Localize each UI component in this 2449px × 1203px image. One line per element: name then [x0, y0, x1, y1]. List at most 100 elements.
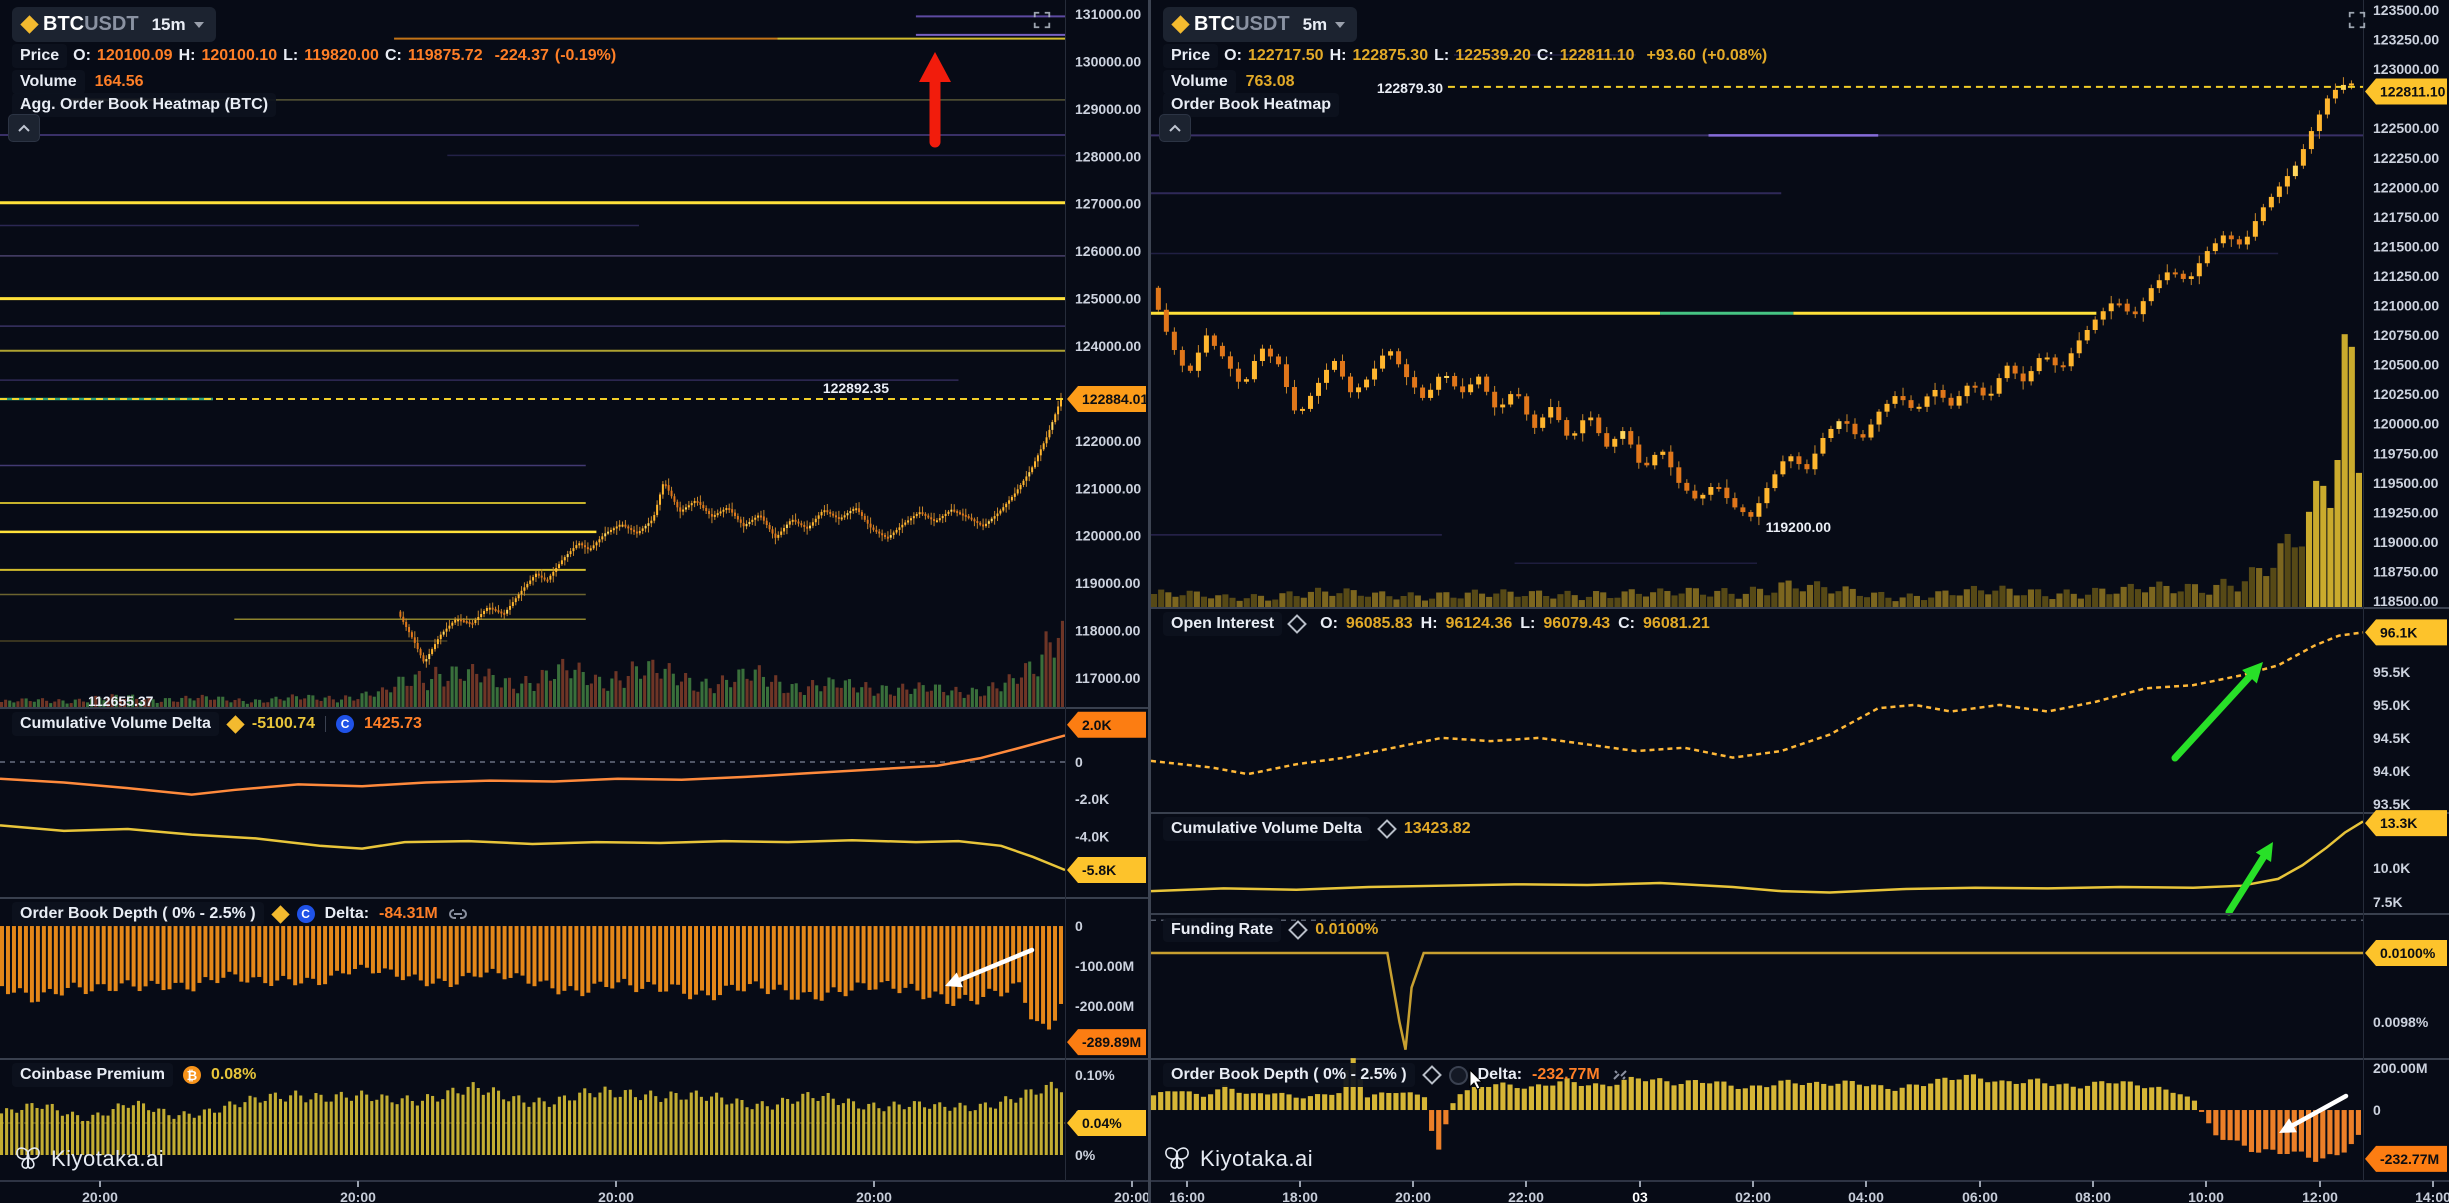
bitcoin-icon: ₿	[183, 1066, 201, 1084]
symbol-base: BTC	[1194, 13, 1235, 35]
svg-text:119750.00: 119750.00	[2373, 445, 2439, 461]
price-legend: Price O:122717.50 H:122875.30 L:122539.2…	[1163, 44, 1767, 68]
svg-text:121500.00: 121500.00	[2373, 238, 2439, 254]
fullscreen-button[interactable]	[2345, 8, 2369, 32]
svg-text:119000.00: 119000.00	[2373, 534, 2439, 550]
oi-header: Open Interest O:96085.83 H:96124.36 L:96…	[1163, 612, 1710, 636]
link-icon[interactable]	[448, 907, 468, 921]
svg-text:20:00: 20:00	[598, 1189, 634, 1203]
binance-icon	[226, 715, 244, 733]
left-chart-canvas[interactable]: 131000.00130000.00129000.00128000.001270…	[0, 0, 1148, 1203]
close-label: C:	[1537, 47, 1554, 65]
delta-value: -232.77M	[1532, 1066, 1600, 1084]
time-axis[interactable]: 20:0020:0020:0020:0020:00	[0, 1181, 1148, 1203]
svg-text:126000.00: 126000.00	[1075, 243, 1141, 259]
collapse-button[interactable]	[1159, 114, 1191, 142]
logo-text: Kiyotaka.ai	[1200, 1146, 1313, 1172]
volume-legend-title: Volume	[1163, 70, 1236, 94]
svg-text:-2.0K: -2.0K	[1075, 791, 1109, 807]
svg-text:117000.00: 117000.00	[1075, 670, 1141, 686]
svg-text:03: 03	[1632, 1189, 1648, 1203]
svg-text:22:00: 22:00	[1508, 1189, 1544, 1203]
svg-text:20:00: 20:00	[1395, 1189, 1431, 1203]
right-chart-panel: 123500.00123250.00123000.00122500.001222…	[1151, 0, 2449, 1203]
funding-header: Funding Rate 0.0100%	[1163, 918, 1378, 942]
high-label: H:	[1330, 47, 1347, 65]
chart-divider[interactable]	[1148, 0, 1151, 1203]
obd-header: Order Book Depth ( 0% - 2.5% ) C Delta: …	[12, 902, 468, 926]
svg-text:16:00: 16:00	[1169, 1189, 1205, 1203]
svg-text:12:00: 12:00	[2302, 1189, 2338, 1203]
broken-link-icon[interactable]	[1610, 1067, 1630, 1083]
low-value: 119820.00	[304, 47, 379, 65]
change-value: -224.37	[495, 47, 549, 65]
annotation-arrow	[2229, 857, 2263, 912]
oi-high-value: 96124.36	[1446, 615, 1513, 633]
svg-text:200.00M: 200.00M	[2373, 1060, 2427, 1076]
oi-close-value: 96081.21	[1643, 615, 1710, 633]
volume-value: 164.56	[95, 73, 144, 91]
fullscreen-button[interactable]	[1030, 8, 1054, 32]
close-value: 122811.10	[1560, 47, 1635, 65]
fullscreen-icon	[2347, 10, 2367, 30]
svg-text:04:00: 04:00	[1848, 1189, 1884, 1203]
svg-text:122500.00: 122500.00	[2373, 120, 2439, 136]
coinbase-icon: C	[297, 905, 315, 923]
butterfly-icon	[14, 1146, 42, 1172]
svg-text:0: 0	[1075, 754, 1083, 770]
inplot-price-label: 122892.35	[823, 380, 889, 396]
svg-text:122250.00: 122250.00	[2373, 150, 2439, 166]
svg-text:119250.00: 119250.00	[2373, 504, 2439, 520]
symbol-selector[interactable]: BTCUSDT 15m	[12, 7, 216, 42]
cvd-header: Cumulative Volume Delta 13423.82	[1163, 817, 1471, 841]
svg-text:-4.0K: -4.0K	[1075, 828, 1109, 844]
svg-text:-289.89M: -289.89M	[1082, 1034, 1141, 1050]
svg-text:125000.00: 125000.00	[1075, 291, 1141, 307]
funding-value: 0.0100%	[1315, 921, 1378, 939]
right-chart-canvas[interactable]: 123500.00123250.00123000.00122500.001222…	[1151, 0, 2449, 1203]
svg-text:121000.00: 121000.00	[2373, 298, 2439, 314]
cvd-coinbase-value: 1425.73	[364, 715, 422, 733]
svg-text:95.0K: 95.0K	[2373, 697, 2410, 713]
chevron-down-icon	[193, 21, 205, 29]
svg-text:20:00: 20:00	[856, 1189, 892, 1203]
chevron-up-icon	[17, 124, 31, 133]
binance-icon	[1287, 614, 1307, 634]
symbol-selector[interactable]: BTCUSDT 5m	[1163, 7, 1357, 42]
svg-text:123000.00: 123000.00	[2373, 61, 2439, 77]
oi-pane: 95.5K95.0K94.5K94.0K93.5K96.1K	[1151, 619, 2449, 813]
collapse-button[interactable]	[8, 114, 40, 142]
inplot-price-label: 122879.30	[1377, 80, 1443, 96]
svg-text:20:00: 20:00	[82, 1189, 118, 1203]
price-legend-title: Price	[1163, 44, 1218, 68]
kiyotaka-logo: Kiyotaka.ai	[14, 1146, 164, 1172]
timeframe-label: 5m	[1303, 15, 1328, 35]
change-value: +93.60	[1646, 47, 1695, 65]
time-axis[interactable]: 16:0018:0020:0022:000302:0004:0006:0008:…	[1151, 1181, 2449, 1203]
svg-text:-5.8K: -5.8K	[1082, 862, 1116, 878]
close-label: C:	[385, 47, 402, 65]
heatmap-legend: Agg. Order Book Heatmap (BTC)	[12, 93, 276, 117]
svg-text:20:00: 20:00	[340, 1189, 376, 1203]
svg-text:122000.00: 122000.00	[1075, 433, 1141, 449]
svg-text:2.0K: 2.0K	[1082, 717, 1112, 733]
cvd-title: Cumulative Volume Delta	[1163, 817, 1370, 841]
obd-title: Order Book Depth ( 0% - 2.5% )	[12, 902, 264, 926]
svg-text:0.10%: 0.10%	[1075, 1067, 1115, 1083]
svg-text:0.04%: 0.04%	[1082, 1115, 1122, 1131]
low-label: L:	[1434, 47, 1449, 65]
svg-text:121750.00: 121750.00	[2373, 209, 2439, 225]
svg-text:130000.00: 130000.00	[1075, 53, 1141, 69]
change-pct-value: (-0.19%)	[555, 47, 616, 65]
low-label: L:	[283, 47, 298, 65]
svg-text:120000.00: 120000.00	[2373, 416, 2439, 432]
svg-text:-200.00M: -200.00M	[1075, 998, 1134, 1014]
open-label: O:	[1320, 615, 1338, 633]
funding-title: Funding Rate	[1163, 918, 1281, 942]
trading-dashboard: 131000.00130000.00129000.00128000.001270…	[0, 0, 2449, 1203]
svg-text:122811.10: 122811.10	[2380, 83, 2446, 99]
svg-text:94.0K: 94.0K	[2373, 763, 2410, 779]
timeframe-label: 15m	[152, 15, 186, 35]
obd-title: Order Book Depth ( 0% - 2.5% )	[1163, 1063, 1415, 1087]
svg-text:123500.00: 123500.00	[2373, 2, 2439, 18]
